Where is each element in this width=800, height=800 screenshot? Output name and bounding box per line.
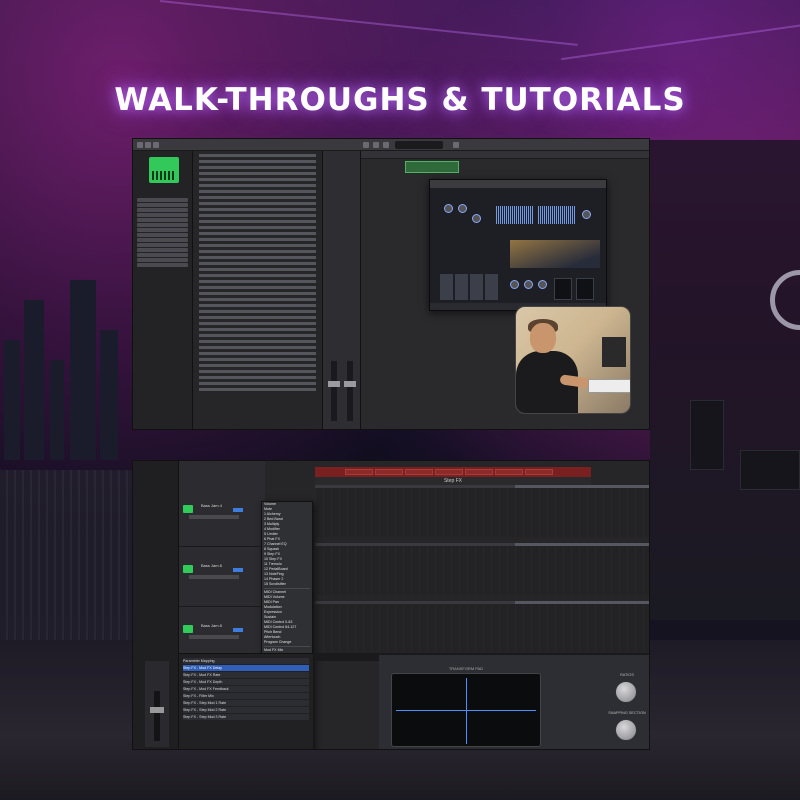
track-row[interactable]: Bass Jam 8 [179,557,265,607]
channel-fader[interactable] [328,361,340,421]
automation-lanes [315,485,649,653]
knob-label: SNAPPING SECTION [608,711,646,715]
headline: WALK-THROUGHS & TUTORIALS [114,82,686,118]
parameter-list-item[interactable]: Step FX - Step Mod 3 Rate [183,714,309,720]
automation-control[interactable] [189,575,239,579]
track-name: Bass Jam 8 [201,623,222,628]
parameter-list-item[interactable]: Step FX - Mod FX Depth [183,679,309,685]
synth-preview-icon [149,157,179,183]
parameter-list-item[interactable]: Step FX - Mod FX Rate [183,672,309,678]
automation-lane[interactable] [315,485,649,537]
track-button[interactable] [233,568,243,572]
channel-strip [145,661,169,747]
knob[interactable] [458,204,467,213]
synth-track-icon [183,625,193,633]
track-button[interactable] [233,628,243,632]
step-fx-tab[interactable] [465,469,493,475]
knob[interactable] [472,214,481,223]
speaker-decoration [690,400,724,470]
lcd-display [395,141,443,149]
track-name: Bass Jam 8 [201,563,222,568]
parameter-mapping-panel: Parameter Mapping Step FX - Mod FX Delay… [179,653,313,749]
automation-lane[interactable] [315,543,649,595]
window-minimize-icon[interactable] [145,142,151,148]
menu-separator [264,588,310,589]
step-fx-tab[interactable] [375,469,403,475]
step-fx-tab[interactable] [345,469,373,475]
channel-fader[interactable] [150,691,164,741]
ratios-knob[interactable] [615,681,637,703]
step-fx-tab[interactable] [435,469,463,475]
metronome-icon[interactable] [453,142,459,148]
track-row[interactable]: Bass Jam 4 [179,497,265,547]
snapping-knob[interactable] [615,719,637,741]
parameter-list-item[interactable]: Step FX - Step Mod 1 Rate [183,700,309,706]
studio-wall-decoration [650,140,800,620]
plugin-header[interactable] [430,180,606,188]
city-skyline-decoration [0,260,130,460]
synth-track-icon [183,565,193,573]
parameter-mapping-header: Parameter Mapping [183,658,309,664]
knob-label: RATIOS [620,673,634,677]
alchemy-plugin-window [429,179,607,311]
daw-screenshot-alchemy [132,138,650,430]
parameter-list-item[interactable]: Step FX - Filter Mix [183,693,309,699]
step-fx-tab[interactable] [405,469,433,475]
xy-pad[interactable] [554,278,572,300]
step-fx-title: Step FX [315,477,591,485]
automation-lane[interactable] [315,601,649,653]
automation-control[interactable] [189,635,239,639]
knob[interactable] [582,210,591,219]
parameter-list-item[interactable]: Step FX - Step Mod 2 Rate [183,707,309,713]
waveform-display [538,206,576,224]
xy-pad[interactable] [576,278,594,300]
channel-fader[interactable] [344,361,356,421]
track-button[interactable] [233,508,243,512]
knob[interactable] [524,280,533,289]
transform-pad-title: TRANSFORM PAD [448,666,484,671]
step-fx-tabbar [315,467,591,477]
daw-screenshot-stepfx: Bass Jam 4 Bass Jam 8 Bass Jam 8 Step FX [132,460,650,750]
patch-browser[interactable] [193,151,323,429]
track-inspector [323,151,361,429]
track-headers: Bass Jam 4 Bass Jam 8 Bass Jam 8 [179,461,265,667]
daw-control-bar [133,139,649,151]
envelope-display [510,240,600,268]
play-icon[interactable] [373,142,379,148]
rewind-icon[interactable] [363,142,369,148]
step-fx-tab[interactable] [525,469,553,475]
menu-item[interactable]: 15 Scrollsifter [264,582,310,587]
performance-pads[interactable] [440,274,500,300]
synth-track-icon [183,505,193,513]
webcam-feed-icon [515,306,631,414]
window-zoom-icon[interactable] [153,142,159,148]
keyboard-decoration [740,450,800,490]
library-list[interactable] [133,197,192,268]
knob[interactable] [538,280,547,289]
timeline-ruler[interactable] [361,151,649,159]
step-fx-tab[interactable] [495,469,523,475]
mixing-desk-decoration [0,470,135,640]
knob[interactable] [444,204,453,213]
menu-item[interactable]: Program Change [264,640,310,645]
knob[interactable] [510,280,519,289]
track-name: Bass Jam 4 [201,503,222,508]
midi-region[interactable] [405,161,459,173]
record-icon[interactable] [383,142,389,148]
window-close-icon[interactable] [137,142,143,148]
parameter-list-item[interactable]: Step FX - Mod FX Feedback [183,686,309,692]
menu-separator [264,646,310,647]
automation-control[interactable] [189,515,239,519]
waveform-display [496,206,534,224]
library-panel [133,151,193,429]
transform-pad[interactable]: TRANSFORM PAD [391,666,541,747]
parameter-list-item[interactable]: Step FX - Mod FX Delay [183,665,309,671]
